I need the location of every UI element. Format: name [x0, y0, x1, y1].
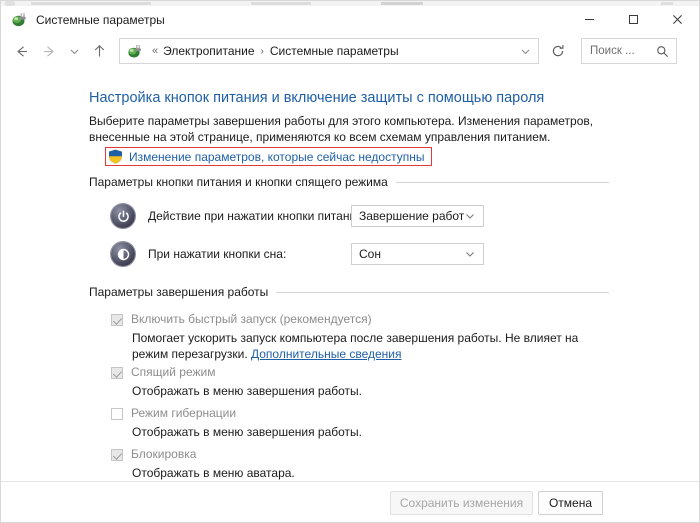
page-title: Настройка кнопок питания и включение защ…: [89, 90, 545, 106]
hibernate-mode-description: Отображать в меню завершения работы.: [132, 425, 363, 439]
system-settings-window: Системные параметры « Электропитание › С…: [0, 0, 700, 523]
power-plug-icon: [10, 11, 27, 28]
group-divider: [395, 181, 609, 183]
close-icon[interactable]: [655, 6, 699, 33]
sleep-button-action-row: При нажатии кнопки сна:: [111, 241, 286, 267]
minimize-icon[interactable]: [567, 6, 611, 33]
fast-startup-label: Включить быстрый запуск (рекомендуется): [131, 312, 372, 326]
power-button-action-value: Завершение работы: [359, 209, 465, 223]
fast-startup-more-info-link[interactable]: Дополнительные сведения: [251, 347, 401, 361]
address-chevron-down-icon[interactable]: [520, 46, 531, 57]
chevron-down-icon[interactable]: [465, 249, 475, 259]
fast-startup-description: Помогает ускорить запуск компьютера посл…: [132, 330, 602, 362]
breadcrumb: « Электропитание › Системные параметры: [147, 44, 399, 58]
breadcrumb-item-power-options[interactable]: Электропитание: [163, 44, 254, 58]
breadcrumb-overflow[interactable]: «: [152, 45, 158, 57]
power-button-icon: [111, 204, 135, 228]
breadcrumb-separator: ›: [260, 45, 264, 57]
hibernate-mode-label: Режим гибернации: [131, 406, 237, 420]
up-arrow-icon[interactable]: [85, 37, 113, 65]
shutdown-group-title: Параметры завершения работы: [89, 285, 269, 299]
search-placeholder: Поиск ...: [590, 45, 635, 57]
forward-arrow-icon[interactable]: [35, 37, 63, 65]
sleep-mode-checkbox-row[interactable]: Спящий режим: [111, 365, 215, 379]
uac-shield-icon: [108, 149, 123, 164]
address-input[interactable]: « Электропитание › Системные параметры: [119, 38, 539, 64]
footer-bar: Сохранить изменения Отмена: [1, 481, 699, 522]
shutdown-group-header: Параметры завершения работы: [89, 285, 609, 299]
back-arrow-icon[interactable]: [7, 37, 35, 65]
cancel-button[interactable]: Отмена: [538, 491, 603, 515]
sleep-mode-label: Спящий режим: [131, 365, 216, 379]
uac-change-settings-link[interactable]: Изменение параметров, которые сейчас нед…: [129, 150, 425, 164]
sleep-button-icon: [111, 242, 135, 266]
refresh-icon[interactable]: [543, 38, 573, 64]
search-icon[interactable]: [656, 45, 669, 58]
sleep-button-action-dropdown[interactable]: Сон: [351, 243, 484, 265]
power-buttons-group-header: Параметры кнопки питания и кнопки спящег…: [89, 175, 609, 189]
settings-content: Настройка кнопок питания и включение защ…: [1, 69, 699, 481]
address-bar: « Электропитание › Системные параметры П…: [1, 33, 699, 69]
recent-locations-chevron-down-icon[interactable]: [63, 37, 85, 65]
window-controls: [567, 6, 699, 33]
sleep-mode-description: Отображать в меню завершения работы.: [132, 384, 363, 398]
sleep-button-action-label: При нажатии кнопки сна:: [148, 247, 287, 261]
sleep-mode-checkbox[interactable]: [111, 367, 123, 379]
power-buttons-group-title: Параметры кнопки питания и кнопки спящег…: [89, 175, 388, 189]
search-input[interactable]: Поиск ...: [581, 38, 677, 64]
lock-checkbox-row[interactable]: Блокировка: [111, 447, 196, 461]
hibernate-mode-checkbox[interactable]: [111, 408, 123, 420]
address-power-plug-icon: [126, 43, 142, 59]
group-divider: [276, 291, 609, 293]
power-button-action-row: Действие при нажатии кнопки питания:: [111, 203, 366, 229]
page-description: Выберите параметры завершения работы для…: [89, 114, 594, 144]
power-button-action-dropdown[interactable]: Завершение работы: [351, 205, 484, 227]
hibernate-mode-checkbox-row[interactable]: Режим гибернации: [111, 406, 236, 420]
lock-description: Отображать в меню аватара.: [132, 466, 295, 480]
chevron-down-icon[interactable]: [465, 211, 475, 221]
fast-startup-checkbox[interactable]: [111, 314, 123, 326]
lock-checkbox[interactable]: [111, 449, 123, 461]
breadcrumb-item-system-settings[interactable]: Системные параметры: [270, 44, 399, 58]
window-title: Системные параметры: [36, 12, 165, 27]
power-button-action-label: Действие при нажатии кнопки питания:: [148, 209, 367, 223]
sleep-button-action-value: Сон: [359, 247, 381, 261]
fast-startup-checkbox-row[interactable]: Включить быстрый запуск (рекомендуется): [111, 312, 372, 326]
maximize-icon[interactable]: [611, 6, 655, 33]
title-bar: Системные параметры: [1, 6, 699, 33]
lock-label: Блокировка: [131, 447, 197, 461]
save-changes-button[interactable]: Сохранить изменения: [390, 491, 533, 515]
uac-change-settings-link-highlight[interactable]: Изменение параметров, которые сейчас нед…: [105, 147, 432, 166]
